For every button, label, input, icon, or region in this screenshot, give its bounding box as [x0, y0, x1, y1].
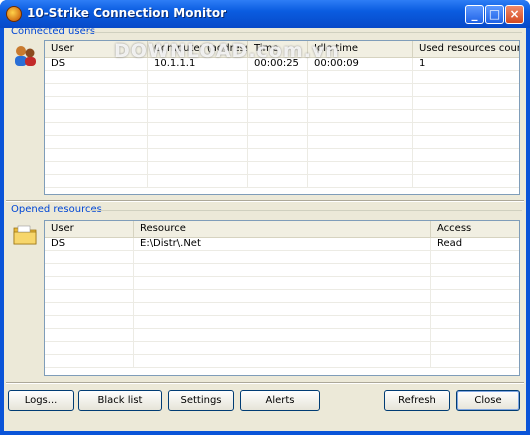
- users-icon: [15, 46, 36, 66]
- cell-access: Read: [437, 238, 463, 249]
- empty-row: [45, 136, 519, 149]
- empty-row: [45, 149, 519, 162]
- empty-row: [45, 251, 519, 264]
- empty-row: [45, 303, 519, 316]
- opened-resources-header: User Resource Access: [45, 221, 519, 238]
- cell-resource: E:\Distr\.Net: [134, 238, 431, 250]
- cell-used-resources: 1: [419, 58, 426, 69]
- empty-row: [45, 110, 519, 123]
- empty-row: [45, 71, 519, 84]
- black-list-button[interactable]: Black list: [78, 390, 162, 411]
- client-area: DOWNLOAD.com.vn Connected users User Com…: [4, 26, 526, 431]
- column-header-idle-time[interactable]: Idle time: [308, 41, 413, 57]
- empty-row: [45, 329, 519, 342]
- empty-row: [45, 162, 519, 175]
- column-header-computer[interactable]: Computer (address): [148, 41, 248, 57]
- empty-row: [45, 175, 519, 188]
- settings-button[interactable]: Settings: [168, 390, 234, 411]
- table-row[interactable]: DS 10.1.1.1 00:00:25 00:00:09 1: [45, 58, 519, 71]
- cell-idle-time: 00:00:09: [308, 58, 413, 70]
- minimize-button[interactable]: _: [465, 5, 484, 24]
- cell-user: DS: [45, 238, 134, 250]
- connected-users-label: Connected users: [11, 26, 96, 37]
- logs-button[interactable]: Logs...: [8, 390, 74, 411]
- window-title: 10-Strike Connection Monitor: [27, 6, 227, 20]
- empty-row: [45, 316, 519, 329]
- empty-row: [45, 277, 519, 290]
- close-button[interactable]: Close: [456, 390, 520, 411]
- column-header-access[interactable]: Access: [431, 221, 519, 237]
- empty-row: [45, 290, 519, 303]
- app-icon: [6, 6, 22, 22]
- opened-resources-table[interactable]: User Resource Access DS E:\Distr\.Net Re…: [44, 220, 520, 376]
- column-header-time[interactable]: Time: [248, 41, 308, 57]
- cell-computer: 10.1.1.1: [148, 58, 248, 70]
- empty-row: [45, 355, 519, 368]
- column-header-user[interactable]: User: [45, 41, 148, 57]
- app-window: 10-Strike Connection Monitor _ □ × DOWNL…: [0, 0, 530, 435]
- title-bar[interactable]: 10-Strike Connection Monitor _ □ ×: [0, 0, 530, 28]
- empty-row: [45, 342, 519, 355]
- opened-resources-separator: [90, 210, 522, 211]
- close-window-button[interactable]: ×: [505, 5, 524, 24]
- maximize-button[interactable]: □: [485, 5, 504, 24]
- opened-resources-label: Opened resources: [11, 204, 102, 215]
- connected-users-header: User Computer (address) Time Idle time U…: [45, 41, 519, 58]
- table-row[interactable]: DS E:\Distr\.Net Read: [45, 238, 519, 251]
- column-header-used-resources[interactable]: Used resources count: [413, 41, 519, 57]
- alerts-button[interactable]: Alerts: [240, 390, 320, 411]
- empty-row: [45, 84, 519, 97]
- column-header-user[interactable]: User: [45, 221, 134, 237]
- folder-icon: [13, 225, 37, 245]
- cell-time: 00:00:25: [248, 58, 308, 70]
- column-header-resource[interactable]: Resource: [134, 221, 431, 237]
- button-bar-separator: [6, 382, 524, 384]
- splitter[interactable]: [6, 200, 524, 202]
- refresh-button[interactable]: Refresh: [384, 390, 450, 411]
- empty-row: [45, 123, 519, 136]
- empty-row: [45, 97, 519, 110]
- empty-row: [45, 264, 519, 277]
- connected-users-separator: [86, 32, 522, 33]
- cell-user: DS: [45, 58, 148, 70]
- connected-users-table[interactable]: User Computer (address) Time Idle time U…: [44, 40, 520, 195]
